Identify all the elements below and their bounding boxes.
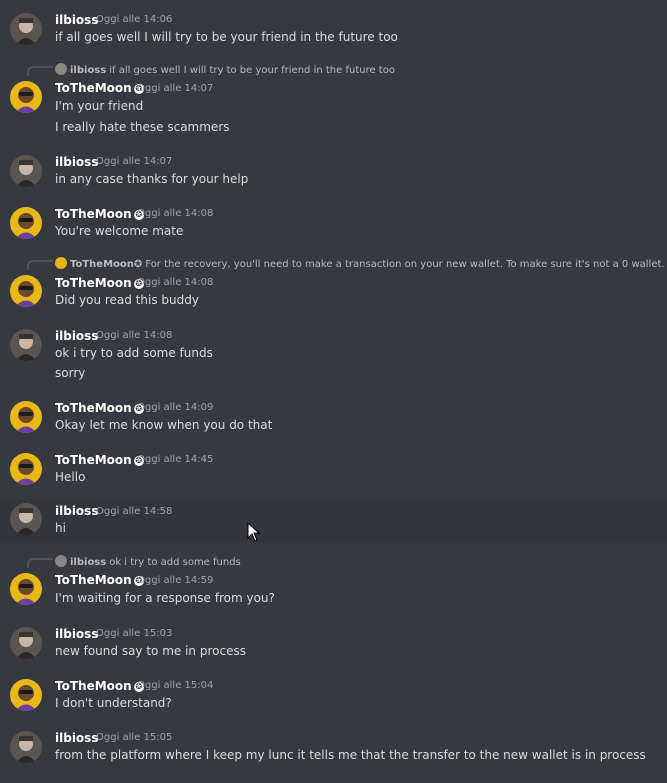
message: ToTheMoon ✪ Oggi alle 14:45 Hello xyxy=(0,450,667,490)
reply-avatar xyxy=(55,257,67,269)
avatar-ilbioss[interactable] xyxy=(10,503,42,535)
message: ToTheMoon ✪ Oggi alle 14:08 You're welcom… xyxy=(0,204,667,244)
timestamp: Oggi alle 14:07 xyxy=(96,156,173,167)
message-text: sorry xyxy=(55,366,86,380)
avatar-ilbioss[interactable] xyxy=(10,13,42,45)
message-text: I'm waiting for a response from you? xyxy=(55,591,275,605)
reply-author: ilbioss xyxy=(70,65,107,76)
reply-preview[interactable]: ilbioss ok i try to add some funds xyxy=(55,555,667,568)
avatar-tothemoon[interactable] xyxy=(10,275,42,307)
mouse-cursor-icon xyxy=(247,522,261,542)
message: ilbioss Oggi alle 14:58 hi xyxy=(0,500,667,543)
avatar-ilbioss[interactable] xyxy=(10,627,42,659)
avatar-tothemoon[interactable] xyxy=(10,207,42,239)
message-text: if all goes well I will try to be your f… xyxy=(55,30,398,44)
username[interactable]: ToTheMoon ✪ xyxy=(55,453,144,467)
reply-author: ilbioss xyxy=(70,557,107,568)
timestamp: Oggi alle 14:08 xyxy=(137,277,214,288)
username[interactable]: ToTheMoon ✪ xyxy=(55,573,144,587)
reply-text: ok i try to add some funds xyxy=(109,557,241,568)
timestamp: Oggi alle 14:06 xyxy=(96,14,173,25)
message-text: I'm your friend xyxy=(55,99,144,113)
username[interactable]: ilbioss xyxy=(55,329,98,343)
username[interactable]: ilbioss xyxy=(55,627,98,641)
timestamp: Oggi alle 14:58 xyxy=(96,506,173,517)
timestamp: Oggi alle 15:03 xyxy=(96,628,173,639)
message: ilbioss Oggi alle 14:06 if all goes well… xyxy=(0,10,667,50)
avatar-ilbioss[interactable] xyxy=(10,731,42,763)
message-text: new found say to me in process xyxy=(55,644,246,658)
message-text: Did you read this buddy xyxy=(55,293,199,307)
message-text: in any case thanks for your help xyxy=(55,172,249,186)
message: ToTheMoon ✪ Oggi alle 15:04 I don't under… xyxy=(0,676,667,716)
timestamp: Oggi alle 14:59 xyxy=(137,575,214,586)
timestamp: Oggi alle 14:08 xyxy=(137,208,214,219)
username[interactable]: ToTheMoon ✪ xyxy=(55,276,144,290)
username[interactable]: ToTheMoon ✪ xyxy=(55,81,144,95)
message: ilbioss ok i try to add some funds ToTheM… xyxy=(0,554,667,612)
reply-avatar xyxy=(55,63,67,75)
message: ToTheMoon✪ For the recovery, you'll need … xyxy=(0,256,667,312)
avatar-ilbioss[interactable] xyxy=(10,155,42,187)
message: ilbioss Oggi alle 15:05 from the platfor… xyxy=(0,728,667,768)
message: ilbioss Oggi alle 14:08 ok i try to add … xyxy=(0,326,667,384)
username[interactable]: ToTheMoon ✪ xyxy=(55,207,144,221)
avatar-tothemoon[interactable] xyxy=(10,401,42,433)
avatar-ilbioss[interactable] xyxy=(10,329,42,361)
reply-preview[interactable]: ilbioss if all goes well I will try to be… xyxy=(55,63,667,76)
message-text: Okay let me know when you do that xyxy=(55,418,273,432)
message-text: ok i try to add some funds xyxy=(55,346,213,360)
timestamp: Oggi alle 14:08 xyxy=(96,330,173,341)
username[interactable]: ilbioss xyxy=(55,155,98,169)
message: ToTheMoon ✪ Oggi alle 14:09 Okay let me k… xyxy=(0,398,667,438)
message: ilbioss if all goes well I will try to be… xyxy=(0,62,667,138)
timestamp: Oggi alle 14:09 xyxy=(137,402,214,413)
message: ilbioss Oggi alle 15:03 new found say to… xyxy=(0,624,667,664)
reply-avatar xyxy=(55,555,67,567)
timestamp: Oggi alle 15:05 xyxy=(96,732,173,743)
message-text: from the platform where I keep my lunc i… xyxy=(55,748,646,762)
avatar-tothemoon[interactable] xyxy=(10,453,42,485)
reply-author: ToTheMoon✪ xyxy=(70,259,143,270)
avatar-tothemoon[interactable] xyxy=(10,573,42,605)
timestamp: Oggi alle 15:04 xyxy=(137,680,214,691)
reply-preview[interactable]: ToTheMoon✪ For the recovery, you'll need … xyxy=(55,257,667,270)
reply-connector xyxy=(27,558,53,568)
message-text: I really hate these scammers xyxy=(55,120,230,134)
message: ilbioss Oggi alle 14:07 in any case than… xyxy=(0,152,667,192)
username[interactable]: ilbioss xyxy=(55,13,98,27)
username[interactable]: ToTheMoon ✪ xyxy=(55,401,144,415)
avatar-tothemoon[interactable] xyxy=(10,81,42,113)
reply-connector xyxy=(27,260,53,270)
username[interactable]: ilbioss xyxy=(55,731,98,745)
reply-text: For the recovery, you'll need to make a … xyxy=(145,259,667,270)
timestamp: Oggi alle 14:45 xyxy=(137,454,214,465)
message-text: Hello xyxy=(55,470,86,484)
message-text: I don't understand? xyxy=(55,696,172,710)
username[interactable]: ilbioss xyxy=(55,504,98,518)
timestamp: Oggi alle 14:07 xyxy=(137,83,214,94)
message-text: hi xyxy=(55,521,66,535)
avatar-tothemoon[interactable] xyxy=(10,679,42,711)
username[interactable]: ToTheMoon ✪ xyxy=(55,679,144,693)
reply-connector xyxy=(27,66,53,76)
message-text: You're welcome mate xyxy=(55,224,184,238)
reply-text: if all goes well I will try to be your f… xyxy=(109,65,395,76)
